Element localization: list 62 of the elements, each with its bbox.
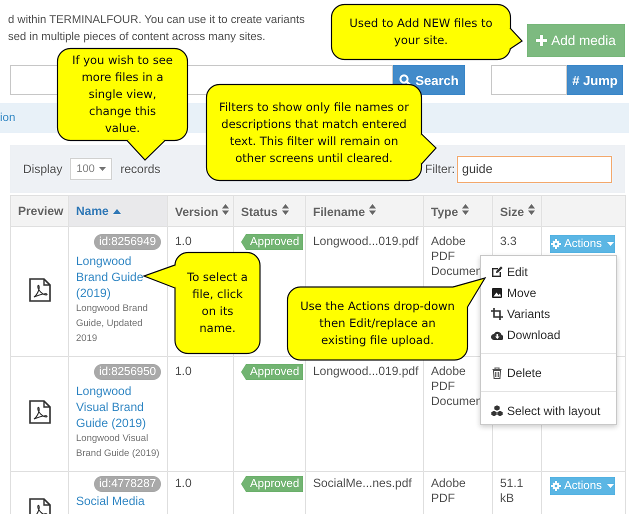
file-name-link[interactable]: Longwood Brand Guide (2019)	[76, 253, 161, 301]
sort-icon	[528, 204, 536, 214]
column-header: Preview	[10, 196, 68, 226]
sort-icon	[462, 204, 470, 214]
callout-tooltip: Used to Add NEW files to your site.	[331, 4, 523, 60]
menu-item[interactable]: Delete	[481, 362, 616, 383]
trash-icon	[491, 366, 503, 378]
intro-text: sed in multiple pieces of content across many sites.	[8, 30, 266, 45]
file-description: Longwood Visual Brand Guide (2019)	[76, 432, 160, 461]
caret-down-icon	[99, 167, 106, 171]
jump-button[interactable]: # Jump	[567, 65, 623, 95]
id-badge: id:4778287	[94, 476, 161, 492]
records-select[interactable]: 100	[70, 158, 112, 180]
column-header[interactable]: Filename	[306, 196, 424, 226]
display-label: Display	[23, 162, 62, 176]
jump-field[interactable]	[491, 65, 567, 95]
file-name-link[interactable]: Social Media	[76, 493, 161, 509]
column-header[interactable]: Version	[168, 196, 234, 226]
caret-down-icon	[606, 242, 614, 246]
size-text: 51.1 kB	[500, 476, 524, 506]
column-header[interactable]: Name	[68, 196, 168, 226]
sort-icon	[369, 204, 376, 214]
size-text: 3.3	[500, 234, 518, 249]
intro-text: d within TERMINALFOUR. You can use it to create variants	[8, 13, 305, 28]
column-header[interactable]: Status	[234, 196, 306, 226]
filename-text: Longwood...019.pdf	[313, 364, 418, 378]
menu-item[interactable]: Select with layout	[481, 400, 616, 421]
status-tag: Approved	[241, 476, 304, 492]
status-tag: Approved	[241, 364, 304, 380]
file-name-link[interactable]: Longwood Visual Brand Guide (2019)	[76, 383, 161, 431]
sort-ascending-icon	[112, 209, 121, 214]
sort-icon	[222, 204, 230, 214]
column-header[interactable]: Size	[492, 196, 542, 226]
version-text: 1.0	[175, 364, 192, 378]
records-label: records	[120, 162, 160, 176]
type-text: Adobe PDF	[431, 476, 467, 506]
sort-icon	[282, 204, 289, 214]
plus-icon	[536, 35, 548, 46]
breadcrumb-link[interactable]: ion	[0, 112, 16, 124]
filename-text: SocialMe...nes.pdf	[313, 476, 412, 490]
id-badge: id:8256949	[94, 234, 161, 250]
status-tag: Approved	[241, 234, 304, 250]
id-badge: id:8256950	[94, 364, 161, 380]
callout-tooltip: If you wish to see more files in a single view, change this value.	[57, 48, 188, 161]
gear-icon	[551, 239, 562, 249]
filter-field[interactable]: guide	[457, 156, 612, 182]
column-header[interactable]: Type	[424, 196, 492, 226]
filename-text: Longwood...019.pdf	[313, 234, 418, 248]
gear-icon	[551, 481, 562, 491]
file-description: Longwood Brand Guide, Updated 2019	[76, 302, 149, 346]
version-text: 1.0	[175, 234, 192, 248]
cubes-icon	[491, 404, 503, 416]
pdf-file-icon	[28, 278, 50, 302]
search-icon	[399, 74, 412, 86]
filter-label: Filter:	[425, 162, 455, 176]
edit-icon	[491, 266, 503, 278]
pdf-file-icon	[28, 400, 50, 424]
image-icon	[491, 286, 503, 298]
crop-icon	[491, 308, 503, 320]
caret-down-icon	[606, 484, 614, 488]
callout-tooltip: Use the Actions drop-down then Edit/replace an existing file upload.	[287, 277, 487, 361]
version-text: 1.0	[175, 476, 192, 490]
